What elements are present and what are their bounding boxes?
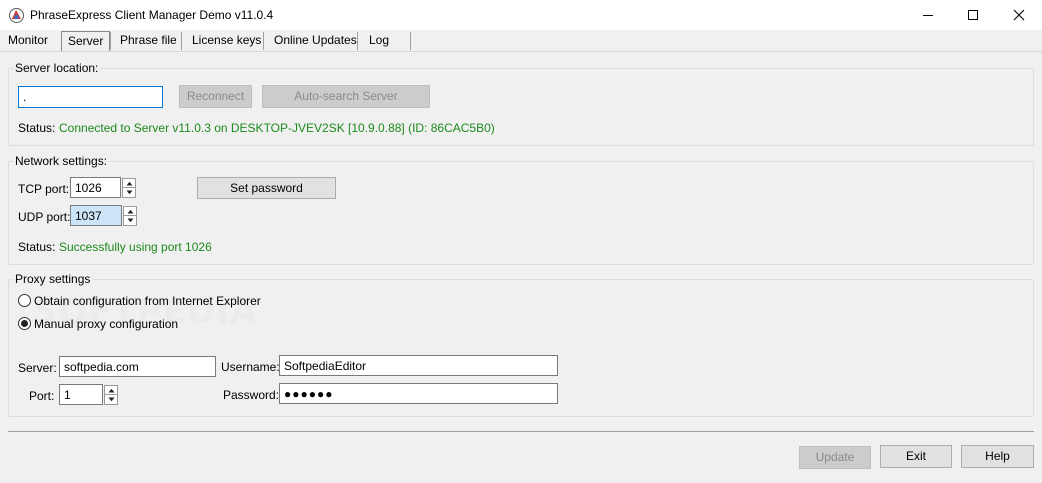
arrow-down-icon: [127, 218, 134, 223]
reconnect-button[interactable]: Reconnect: [179, 85, 252, 108]
tab-monitor[interactable]: Monitor: [2, 31, 54, 52]
proxy-port-stepper[interactable]: [104, 385, 118, 405]
arrow-up-icon: [127, 209, 134, 214]
footer-separator: [8, 431, 1034, 432]
server-status-text: Connected to Server v11.0.3 on DESKTOP-J…: [59, 121, 495, 135]
proxy-port-down-button[interactable]: [104, 395, 118, 405]
tab-underline: [0, 51, 1042, 52]
proxy-port-up-button[interactable]: [104, 385, 118, 395]
server-address-input[interactable]: .: [18, 86, 163, 108]
proxy-username-input[interactable]: SoftpediaEditor: [279, 355, 558, 376]
proxy-settings-title: Proxy settings: [13, 272, 93, 286]
proxy-port-label: Port:: [29, 389, 55, 403]
server-location-title: Server location:: [13, 61, 101, 75]
tab-separator: [357, 32, 358, 50]
udp-port-down-button[interactable]: [123, 216, 137, 226]
arrow-up-icon: [126, 181, 133, 186]
network-status-label: Status:: [18, 240, 56, 254]
tab-phrase-file[interactable]: Phrase file: [114, 31, 183, 52]
proxy-server-label: Server:: [18, 361, 57, 375]
proxy-username-label: Username:: [221, 360, 280, 374]
arrow-down-icon: [126, 190, 133, 195]
radio-obtain-from-ie[interactable]: [18, 294, 31, 307]
proxy-port-input[interactable]: 1: [59, 384, 103, 405]
tcp-port-down-button[interactable]: [122, 188, 136, 198]
tab-log[interactable]: Log: [363, 31, 395, 52]
set-password-button[interactable]: Set password: [197, 177, 336, 199]
tab-separator: [181, 32, 182, 50]
network-settings-title: Network settings:: [13, 154, 110, 168]
radio-manual-proxy[interactable]: [18, 317, 31, 330]
arrow-up-icon: [108, 388, 115, 393]
udp-port-up-button[interactable]: [123, 206, 137, 216]
arrow-down-icon: [108, 397, 115, 402]
maximize-button[interactable]: [950, 0, 996, 30]
exit-button[interactable]: Exit: [880, 445, 952, 468]
title-bar: PhraseExpress Client Manager Demo v11.0.…: [0, 0, 1042, 30]
tab-bar: Monitor Server Phrase file License keys …: [0, 30, 1042, 52]
proxy-server-input[interactable]: softpedia.com: [59, 356, 216, 377]
tcp-port-up-button[interactable]: [122, 178, 136, 188]
tab-server[interactable]: Server: [61, 31, 111, 52]
proxy-password-label: Password:: [223, 388, 280, 402]
close-button[interactable]: [996, 0, 1042, 30]
minimize-button[interactable]: [905, 0, 951, 30]
tcp-port-label: TCP port:: [18, 182, 70, 196]
window-title: PhraseExpress Client Manager Demo v11.0.…: [30, 8, 274, 22]
tab-license-keys[interactable]: License keys: [186, 31, 267, 52]
tab-online-updates[interactable]: Online Updates: [268, 31, 363, 52]
server-status-label: Status:: [18, 121, 56, 135]
auto-search-server-button[interactable]: Auto-search Server: [262, 85, 430, 108]
tab-separator: [410, 32, 411, 50]
tcp-port-input[interactable]: 1026: [70, 177, 121, 198]
manual-proxy-label[interactable]: Manual proxy configuration: [34, 317, 178, 331]
tab-separator: [110, 32, 111, 50]
close-icon: [1013, 9, 1025, 21]
help-button[interactable]: Help: [961, 445, 1034, 468]
udp-port-label: UDP port:: [18, 210, 71, 224]
maximize-icon: [968, 10, 978, 20]
obtain-from-ie-label[interactable]: Obtain configuration from Internet Explo…: [34, 294, 261, 308]
udp-port-stepper[interactable]: [123, 206, 137, 226]
update-button[interactable]: Update: [799, 446, 871, 469]
phraseexpress-logo-icon: [9, 8, 24, 23]
udp-port-input[interactable]: 1037: [70, 205, 122, 226]
minimize-icon: [923, 15, 933, 16]
tcp-port-stepper[interactable]: [122, 178, 136, 198]
network-status-text: Successfully using port 1026: [59, 240, 212, 254]
tab-separator: [263, 32, 264, 50]
proxy-password-input[interactable]: ●●●●●●: [279, 383, 558, 404]
